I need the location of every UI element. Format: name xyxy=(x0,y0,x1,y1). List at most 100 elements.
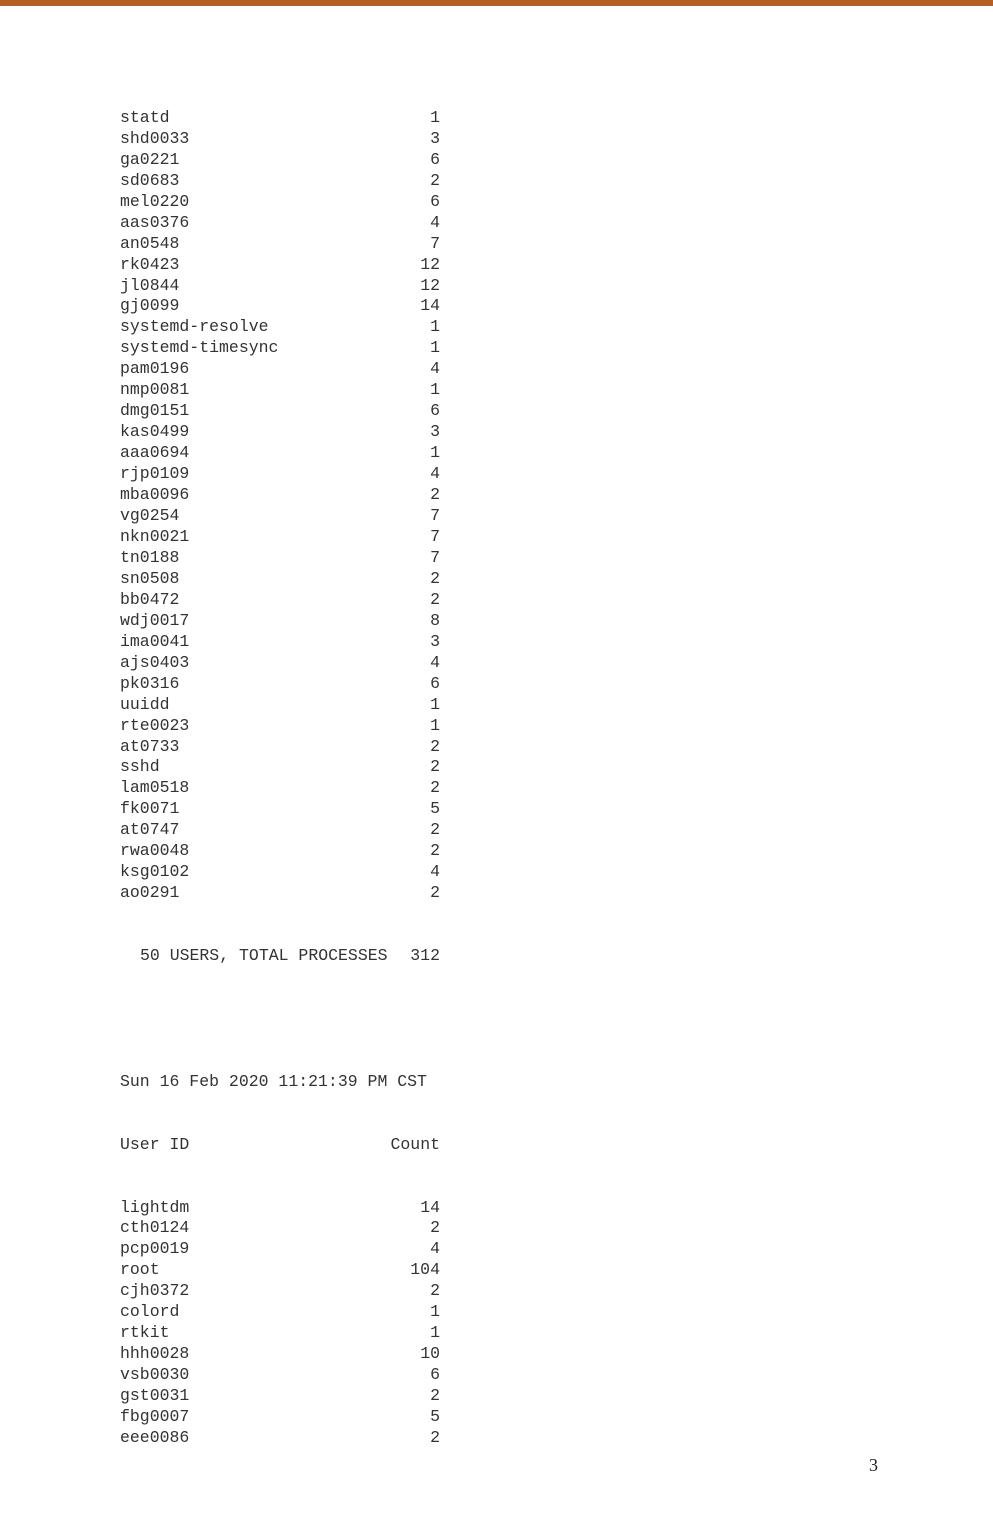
count-cell: 4 xyxy=(370,464,440,485)
count-cell: 1 xyxy=(370,443,440,464)
user-id-cell: rk0423 xyxy=(120,255,370,276)
table-row: bb04722 xyxy=(120,590,993,611)
count-cell: 7 xyxy=(370,548,440,569)
blank-line xyxy=(120,1009,993,1030)
count-cell: 2 xyxy=(370,841,440,862)
user-id-cell: systemd-resolve xyxy=(120,317,370,338)
count-cell: 1 xyxy=(370,380,440,401)
table-row: rte00231 xyxy=(120,716,993,737)
count-cell: 7 xyxy=(370,234,440,255)
count-cell: 4 xyxy=(370,1239,440,1260)
table-row: fk00715 xyxy=(120,799,993,820)
user-id-cell: rtkit xyxy=(120,1323,370,1344)
user-id-cell: statd xyxy=(120,108,370,129)
user-id-cell: ao0291 xyxy=(120,883,370,904)
table-row: nkn00217 xyxy=(120,527,993,548)
user-id-cell: ajs0403 xyxy=(120,653,370,674)
count-cell: 8 xyxy=(370,611,440,632)
count-cell: 4 xyxy=(370,653,440,674)
user-id-cell: hhh0028 xyxy=(120,1344,370,1365)
count-cell: 4 xyxy=(370,359,440,380)
table-row: eee00862 xyxy=(120,1428,993,1449)
table-row: ao02912 xyxy=(120,883,993,904)
count-cell: 2 xyxy=(370,569,440,590)
table-row: rk042312 xyxy=(120,255,993,276)
table-row: aaa06941 xyxy=(120,443,993,464)
count-cell: 5 xyxy=(370,1407,440,1428)
count-cell: 2 xyxy=(370,1428,440,1449)
table-row: ga02216 xyxy=(120,150,993,171)
table-row: gst00312 xyxy=(120,1386,993,1407)
user-id-cell: cjh0372 xyxy=(120,1281,370,1302)
table-row: mel02206 xyxy=(120,192,993,213)
count-cell: 3 xyxy=(370,422,440,443)
user-id-cell: at0747 xyxy=(120,820,370,841)
table-row: lam05182 xyxy=(120,778,993,799)
user-id-cell: aas0376 xyxy=(120,213,370,234)
user-id-cell: mel0220 xyxy=(120,192,370,213)
user-id-cell: rwa0048 xyxy=(120,841,370,862)
table-row: cth01242 xyxy=(120,1218,993,1239)
count-cell: 3 xyxy=(370,632,440,653)
user-id-cell: gst0031 xyxy=(120,1386,370,1407)
user-id-cell: nkn0021 xyxy=(120,527,370,548)
count-cell: 1 xyxy=(370,1302,440,1323)
user-id-cell: bb0472 xyxy=(120,590,370,611)
table-row: root104 xyxy=(120,1260,993,1281)
user-id-cell: root xyxy=(120,1260,370,1281)
table-row: pam01964 xyxy=(120,359,993,380)
count-cell: 2 xyxy=(370,737,440,758)
count-cell: 1 xyxy=(370,716,440,737)
summary-total: 312 xyxy=(400,946,440,967)
count-cell: 12 xyxy=(370,255,440,276)
user-id-cell: colord xyxy=(120,1302,370,1323)
table-row: vg02547 xyxy=(120,506,993,527)
table-row: colord1 xyxy=(120,1302,993,1323)
table-row: lightdm14 xyxy=(120,1198,993,1219)
count-cell: 2 xyxy=(370,883,440,904)
user-id-cell: vsb0030 xyxy=(120,1365,370,1386)
table-row: uuidd1 xyxy=(120,695,993,716)
user-id-cell: rte0023 xyxy=(120,716,370,737)
count-cell: 4 xyxy=(370,862,440,883)
count-cell: 2 xyxy=(370,757,440,778)
user-id-cell: shd0033 xyxy=(120,129,370,150)
table-row: statd1 xyxy=(120,108,993,129)
count-cell: 7 xyxy=(370,527,440,548)
table-row: systemd-timesync1 xyxy=(120,338,993,359)
table-row: mba00962 xyxy=(120,485,993,506)
user-id-cell: dmg0151 xyxy=(120,401,370,422)
user-id-cell: aaa0694 xyxy=(120,443,370,464)
count-cell: 1 xyxy=(370,338,440,359)
count-cell: 10 xyxy=(370,1344,440,1365)
user-id-cell: sd0683 xyxy=(120,171,370,192)
table-row: sd06832 xyxy=(120,171,993,192)
count-cell: 6 xyxy=(370,1365,440,1386)
count-cell: 14 xyxy=(370,1198,440,1219)
table-row: rwa00482 xyxy=(120,841,993,862)
user-id-cell: systemd-timesync xyxy=(120,338,370,359)
user-id-cell: ima0041 xyxy=(120,632,370,653)
user-id-cell: mba0096 xyxy=(120,485,370,506)
user-id-cell: eee0086 xyxy=(120,1428,370,1449)
page-number: 3 xyxy=(869,1455,878,1476)
user-id-cell: pam0196 xyxy=(120,359,370,380)
table-row: ajs04034 xyxy=(120,653,993,674)
table-row: sshd2 xyxy=(120,757,993,778)
table-row: sn05082 xyxy=(120,569,993,590)
table-header: User IDCount xyxy=(120,1135,993,1156)
count-cell: 1 xyxy=(370,317,440,338)
count-cell: 2 xyxy=(370,485,440,506)
user-id-cell: pcp0019 xyxy=(120,1239,370,1260)
table-row: at07472 xyxy=(120,820,993,841)
count-cell: 2 xyxy=(370,820,440,841)
count-cell: 6 xyxy=(370,192,440,213)
table-row: tn01887 xyxy=(120,548,993,569)
user-id-cell: ga0221 xyxy=(120,150,370,171)
summary-label: 50 USERS, TOTAL PROCESSES xyxy=(120,946,400,967)
table-row: dmg01516 xyxy=(120,401,993,422)
user-id-cell: lightdm xyxy=(120,1198,370,1219)
user-id-cell: tn0188 xyxy=(120,548,370,569)
table-row: nmp00811 xyxy=(120,380,993,401)
table-row: kas04993 xyxy=(120,422,993,443)
